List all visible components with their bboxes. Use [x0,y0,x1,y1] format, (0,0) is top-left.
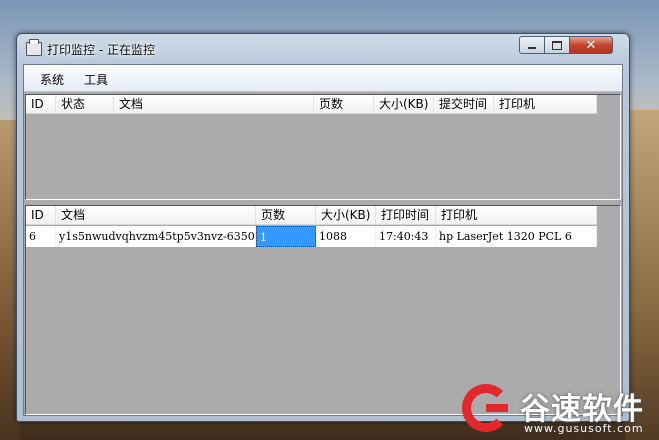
printer-icon [26,39,42,56]
column-header-pages[interactable]: 页数 [256,206,316,224]
table-row[interactable]: 6 y1s5nwudvqhvzm45tp5v3nvz-6350... 1 108… [26,226,597,247]
menu-tools[interactable]: 工具 [84,71,108,88]
cell-printer: hp LaserJet 1320 PCL 6 [436,226,597,247]
cell-print-time: 17:40:43 [376,226,436,247]
column-header-pages[interactable]: 页数 [314,95,374,113]
client-area: 系统 工具 ID 状态 文档 页数 大小(KB) 提交时间 打印机 ID 文档 … [23,64,623,416]
watermark-g-bar [486,404,508,412]
close-icon: ✕ [585,37,597,53]
print-queue-list[interactable]: ID 状态 文档 页数 大小(KB) 提交时间 打印机 [25,94,621,200]
history-list-header: ID 文档 页数 大小(KB) 打印时间 打印机 [26,206,597,225]
column-header-document[interactable]: 文档 [56,206,256,224]
column-header-status[interactable]: 状态 [56,95,114,113]
cell-id: 6 [26,226,56,247]
column-header-size[interactable]: 大小(KB) [374,95,434,113]
minimize-button[interactable] [519,36,545,54]
column-header-printer[interactable]: 打印机 [494,95,597,113]
close-button[interactable]: ✕ [569,36,613,54]
minimize-icon [528,47,536,49]
column-header-size[interactable]: 大小(KB) [316,206,376,224]
maximize-icon [552,40,562,50]
cell-document: y1s5nwudvqhvzm45tp5v3nvz-6350... [56,226,256,247]
watermark-url: www.gususoft.com [524,422,644,435]
column-header-id[interactable]: ID [26,206,56,224]
column-header-print-time[interactable]: 打印时间 [376,206,436,224]
watermark-logo: 谷速软件 www.gususoft.com [462,382,659,440]
window-title: 打印监控 - 正在监控 [47,43,155,57]
column-header-id[interactable]: ID [26,95,56,113]
maximize-button[interactable] [544,36,570,54]
column-header-document[interactable]: 文档 [114,95,314,113]
menu-system[interactable]: 系统 [40,71,64,88]
cell-pages[interactable]: 1 [256,226,316,247]
cell-size: 1088 [316,226,376,247]
print-monitor-window: 打印监控 - 正在监控 ✕ 系统 工具 ID 状态 文档 页数 大小(KB) 提… [16,33,630,422]
title-bar[interactable]: 打印监控 - 正在监控 ✕ [17,34,629,62]
column-header-printer[interactable]: 打印机 [436,206,597,224]
column-header-submit-time[interactable]: 提交时间 [434,95,494,113]
menu-bar: 系统 工具 [24,65,622,92]
queue-list-header: ID 状态 文档 页数 大小(KB) 提交时间 打印机 [26,95,597,114]
